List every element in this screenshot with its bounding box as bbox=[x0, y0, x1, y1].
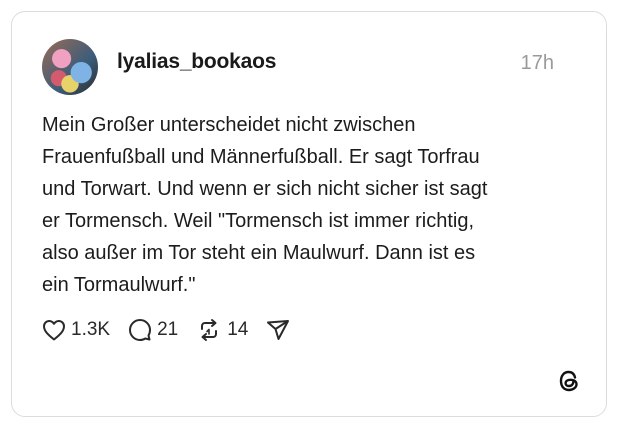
send-icon bbox=[267, 320, 290, 340]
post-text: Mein Großer unterscheidet nicht zwischen… bbox=[42, 114, 488, 296]
share-button[interactable] bbox=[266, 319, 290, 341]
reply-button[interactable]: 21 bbox=[128, 318, 178, 342]
heart-icon bbox=[43, 320, 65, 341]
post-time: 17h bbox=[520, 52, 554, 74]
repost-icon bbox=[201, 319, 218, 341]
post-card: lyalias_bookaos 17h Mein Großer untersch… bbox=[11, 11, 607, 417]
post-actions: 1.3K 21 14 bbox=[42, 316, 308, 344]
threads-logo-icon[interactable] bbox=[556, 368, 582, 394]
comment-icon bbox=[129, 319, 152, 341]
username[interactable]: lyalias_bookaos bbox=[117, 50, 276, 74]
repost-button[interactable]: 14 bbox=[196, 318, 248, 342]
like-count: 1.3K bbox=[71, 319, 111, 340]
reply-count: 21 bbox=[157, 319, 179, 340]
like-button[interactable]: 1.3K bbox=[42, 319, 110, 341]
repost-count: 14 bbox=[227, 319, 249, 340]
avatar[interactable] bbox=[42, 39, 98, 95]
